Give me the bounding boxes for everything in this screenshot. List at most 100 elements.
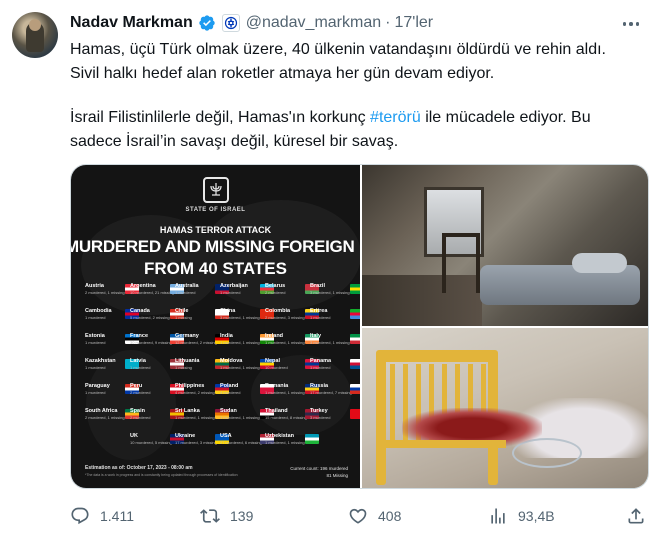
country-cell: Italy 3 murdered, 1 missing [310,333,360,349]
country-cell: Turkey 3 murdered [310,408,360,424]
more-options-icon[interactable] [621,14,641,34]
country-cell: Russia 17 murdered, 7 missing [310,383,360,399]
country-flag-icon [305,434,319,444]
country-cell: Brazil 3 murdered, 1 missing [310,283,360,299]
country-name: Moldova [220,358,243,364]
country-name: Ireland [265,333,284,339]
country-count: 12 murdered, 2 missing [175,340,217,345]
country-count: 2 murdered [130,390,151,395]
crib-photo[interactable] [362,328,648,488]
burned-room-photo[interactable] [362,165,648,326]
country-count: 5 murdered, 2 missing [130,315,170,320]
country-count: 4 murdered, 2 missing [175,390,215,395]
like-button[interactable]: 408 [348,500,401,532]
separator-dot: · [385,14,391,31]
country-name: Lithuania [175,358,200,364]
crib-post [376,350,386,485]
country-name: South Africa [85,408,118,414]
views-chart-icon [491,508,505,524]
country-flag-icon [350,284,360,294]
avatar-head [29,19,41,31]
retweet-count: 139 [230,508,254,524]
country-name: Canada [130,308,150,314]
country-name: Thailand [265,408,288,414]
timestamp[interactable]: 17'ler [394,14,433,32]
country-name: Italy [310,333,322,339]
country-count: 1 murdered, 1 missing [220,365,260,370]
retweet-button[interactable]: 139 [200,500,253,532]
country-count: 1 murdered [175,290,196,295]
menorah-emblem-icon [203,177,229,203]
country-name: Latvia [130,358,146,364]
country-name: Chile [175,308,189,314]
country-name: India [220,333,233,339]
country-count: 1 murdered [220,290,241,295]
country-count: 27 murdered, 6 missing [220,440,262,445]
reply-count: 1.411 [100,508,134,524]
country-name: Australia [175,283,199,289]
country-name: France [130,333,149,339]
country-count: 1 missing [175,365,192,370]
country-count: 10 murdered, 21 missing [130,290,175,295]
poster-count: Current count: 196 murdered 81 Missing [290,466,348,478]
country-name: Colombia [265,308,291,314]
country-count: 1 murdered, 1 missing [265,440,305,445]
country-name: Azerbaijan [220,283,248,289]
action-bar: 1.411 139 408 93,4B [70,500,649,532]
views-count: 93,4B [518,508,555,524]
country-count: 1 murdered [85,315,106,320]
country-name: USA [220,433,232,439]
country-count: 1 murdered, 1 missing [175,415,215,420]
country-count: 17 murdered, 7 missing [310,390,352,395]
retweet-icon [200,509,220,523]
country-name: Nepal [265,358,280,364]
country-count: 1 murdered [310,365,331,370]
country-count: 3 murdered, 1 missing [220,315,260,320]
views-button[interactable]: 93,4B [488,500,555,532]
country-count: 3 murdered, 1 missing [310,340,350,345]
country-cell: Eritrea 1 murdered [310,308,360,324]
tweet[interactable]: Nadav Markman @nadav_markman · 17'ler Ha… [0,0,655,533]
country-name: UK [130,433,138,439]
poster-state-label: STATE OF ISRAEL [185,207,246,213]
text-line: Sivil halkı hedef alan roketler atmaya h… [70,65,495,82]
media-grid[interactable]: STATE OF ISRAEL HAMAS TERROR ATTACK MURD… [70,164,649,489]
country-name: Poland [220,383,239,389]
country-count: 1 murdered, 1 missing [220,340,260,345]
country-name: Kazakhstan [85,358,116,364]
country-name: Cambodia [85,308,112,314]
country-count: 1 murdered, 1 missing [265,340,305,345]
user-handle[interactable]: @nadav_markman [246,14,381,32]
tweet-text: Hamas, üçü Türk olmak üzere, 40 ülkenin … [70,38,645,154]
country-flag-icon [350,409,360,419]
country-count: 3 murdered, 1 missing [310,290,350,295]
israel-emblem-icon[interactable] [221,14,240,32]
poster-footnote: *The data is a work in progress and is c… [85,473,238,477]
poster-title: MURDERED AND MISSING FOREIGN NATIONALS [71,237,360,256]
country-count: 1 murdered, 1 missing [220,415,260,420]
country-name: Brazil [310,283,325,289]
avatar[interactable] [12,12,58,58]
hashtag-link[interactable]: #terörü [370,109,421,126]
country-count: 1 murdered [85,340,106,345]
display-name[interactable]: Nadav Markman [70,14,193,32]
country-cell: Panama 1 murdered [310,358,360,374]
country-count: 1 missing [175,315,192,320]
country-cell: Uzbekistan 1 murdered, 1 missing [265,433,323,449]
country-count: 4 murdered [220,390,241,395]
reply-button[interactable]: 1.411 [70,500,134,532]
country-count: 15 murdered, 8 missing [265,415,307,420]
verified-badge-icon [199,15,215,31]
country-name: Uzbekistan [265,433,295,439]
country-grid: Austria 2 murdered, 1 missing Argentina 10 … [85,283,360,459]
country-flag-icon [350,309,360,319]
poster-image[interactable]: STATE OF ISRAEL HAMAS TERROR ATTACK MURD… [71,165,360,488]
reply-icon [71,507,89,525]
country-name: Estonia [85,333,105,339]
share-button[interactable] [626,500,646,532]
pillow [572,253,627,273]
country-count: 30 murdered, 9 missing [130,340,172,345]
country-count: 2 murdered [130,415,151,420]
country-flag-icon [350,334,360,344]
country-count: 1 murdered [85,365,106,370]
